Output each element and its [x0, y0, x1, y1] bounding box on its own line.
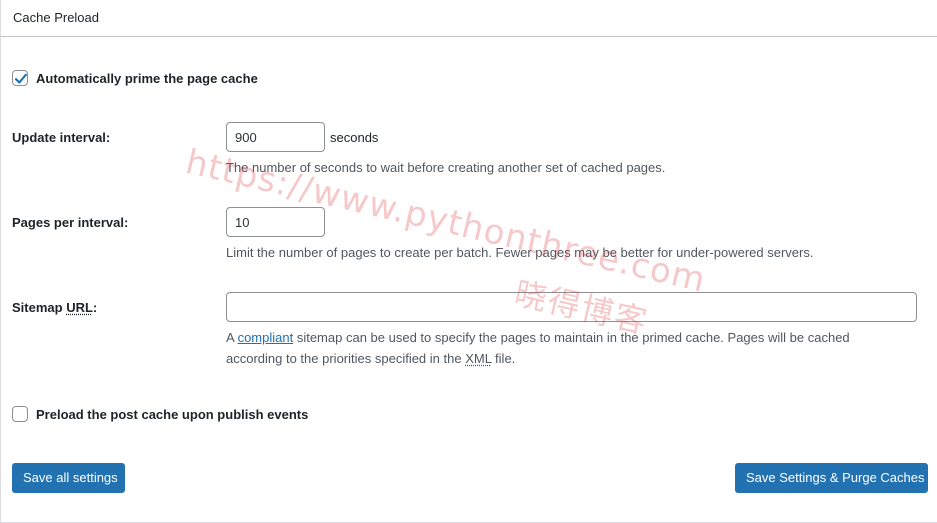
compliant-link[interactable]: compliant	[238, 330, 294, 345]
sitemap-url-label: Sitemap URL:	[12, 300, 97, 315]
panel-title: Cache Preload	[13, 10, 99, 25]
post-cache-checkbox[interactable]	[12, 406, 28, 422]
post-cache-label[interactable]: Preload the post cache upon publish even…	[36, 407, 308, 422]
sitemap-desc-b: sitemap can be used to specify the pages…	[293, 330, 850, 345]
xml-abbr: XML	[465, 351, 492, 366]
sitemap-desc-d: file.	[491, 351, 516, 366]
save-and-purge-button[interactable]: Save Settings & Purge Caches	[735, 463, 928, 493]
auto-prime-checkbox[interactable]	[12, 70, 28, 86]
pages-per-interval-input[interactable]	[226, 207, 325, 237]
sitemap-label-abbr: URL	[66, 300, 93, 315]
save-all-settings-button[interactable]: Save all settings	[12, 463, 125, 493]
pages-per-interval-description: Limit the number of pages to create per …	[226, 245, 814, 260]
cache-preload-panel: Cache Preload Automatically prime the pa…	[0, 0, 937, 523]
sitemap-label-prefix: Sitemap	[12, 300, 67, 315]
sitemap-label-suffix: :	[92, 300, 98, 315]
sitemap-desc-a: A	[226, 330, 238, 345]
update-interval-description: The number of seconds to wait before cre…	[226, 160, 666, 175]
panel-header: Cache Preload	[1, 0, 937, 37]
sitemap-url-input[interactable]	[226, 292, 917, 322]
update-interval-input[interactable]	[226, 122, 325, 152]
sitemap-desc-c: according to the priorities specified in…	[226, 351, 466, 366]
update-interval-label: Update interval:	[12, 130, 111, 145]
auto-prime-label[interactable]: Automatically prime the page cache	[36, 71, 258, 86]
update-interval-unit: seconds	[330, 130, 379, 145]
pages-per-interval-label: Pages per interval:	[12, 215, 129, 230]
sitemap-description: A compliant sitemap can be used to speci…	[226, 327, 926, 369]
checkmark-icon	[14, 73, 27, 84]
